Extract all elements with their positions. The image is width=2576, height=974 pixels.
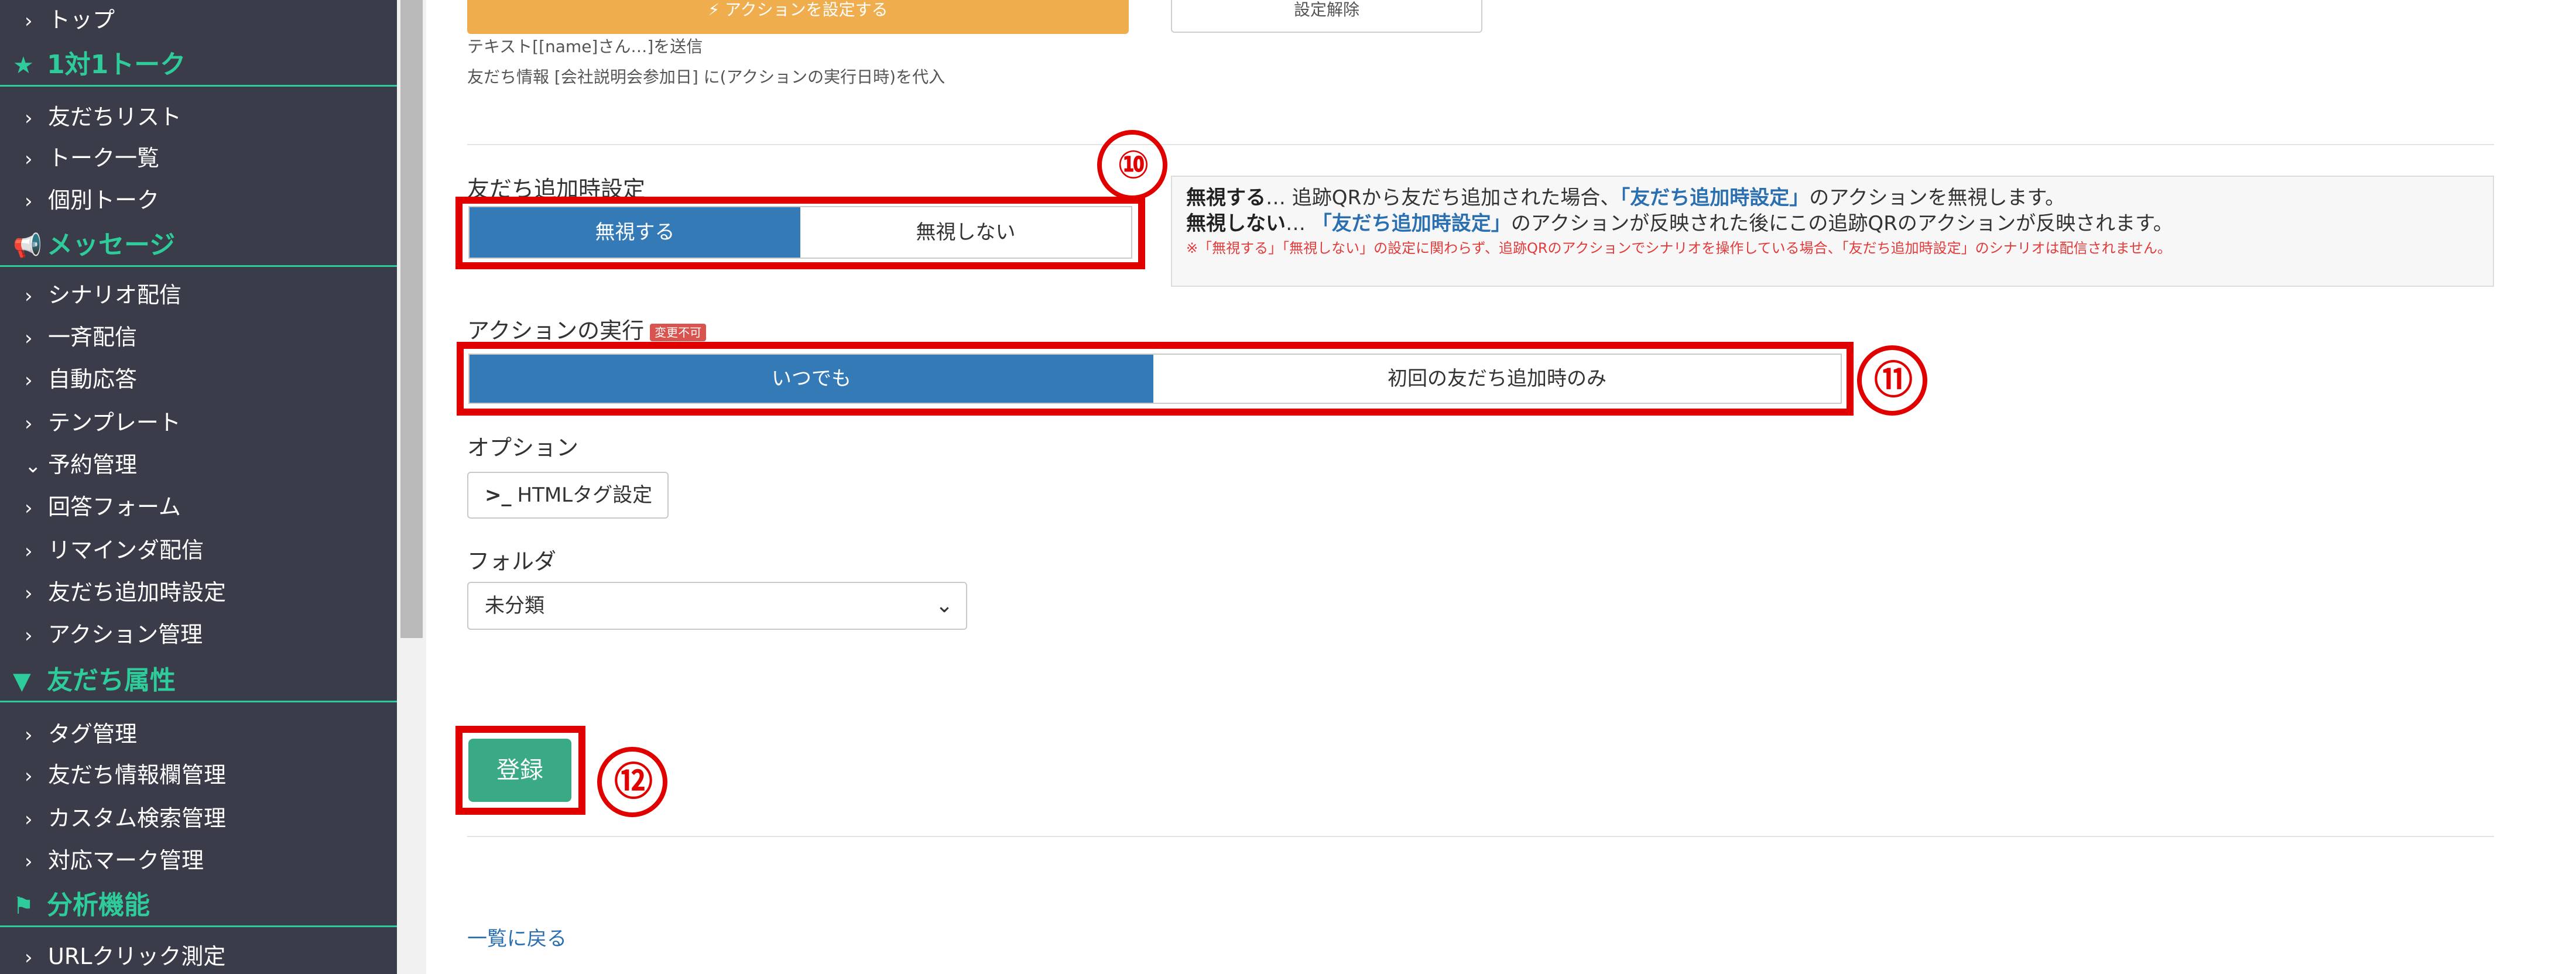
chevron-icon: › <box>25 808 33 831</box>
sidebar-section-label: メッセージ <box>47 230 176 260</box>
action-note-text: テキスト[[name]さん…]を送信 <box>467 37 703 56</box>
sidebar-item-8[interactable]: › 自動応答 <box>0 362 397 397</box>
scrollbar-thumb[interactable] <box>400 0 423 638</box>
chevron-icon: › <box>25 723 33 747</box>
action-exec-label: アクションの実行 変更不可 <box>467 313 707 345</box>
sidebar-item-label: テンプレート <box>48 410 181 435</box>
sidebar-item-label: シナリオ配信 <box>48 282 182 308</box>
folder-select[interactable]: 未分類 ⌄ <box>467 582 967 630</box>
section-icon: ★ <box>13 52 34 79</box>
highlight-box-10 <box>455 197 1145 269</box>
options-label: オプション <box>467 435 579 461</box>
sidebar-item-label: 一斉配信 <box>48 324 138 350</box>
sidebar-item-label: 対応マーク管理 <box>48 848 204 873</box>
section-icon: ▼ <box>13 668 31 695</box>
divider <box>467 144 2494 145</box>
sidebar-item-label: タグ管理 <box>48 721 138 747</box>
divider-bottom <box>467 836 2494 837</box>
section-icon: 📢 <box>13 232 42 259</box>
sidebar-section-label: 1対1トーク <box>47 50 186 80</box>
chevron-icon: › <box>25 850 33 873</box>
action-note-variable: 友だち情報 [会社説明会参加日] に(アクションの実行日時)を代入 <box>467 67 946 87</box>
chevron-icon: › <box>25 9 33 33</box>
info-line-ignore: 無視する… 追跡QRから友だち追加された場合、「友だち追加時設定」のアクションを… <box>1186 186 2065 210</box>
chevron-icon: ⌄ <box>25 454 42 478</box>
sidebar-item-label: アクション管理 <box>48 622 203 647</box>
chevron-icon: › <box>25 412 33 435</box>
sidebar-item-16[interactable]: › タグ管理 <box>0 716 397 752</box>
sidebar-item-11[interactable]: › 回答フォーム <box>0 489 397 524</box>
sidebar-item-3[interactable]: › トーク一覧 <box>0 140 397 176</box>
sidebar-item-label: 友だち情報欄管理 <box>48 762 227 788</box>
sidebar-item-label: 友だち追加時設定 <box>48 579 227 605</box>
sidebar-item-7[interactable]: › 一斉配信 <box>0 320 397 355</box>
sidebar-item-13[interactable]: › 友だち追加時設定 <box>0 575 397 610</box>
section-icon: ⚑ <box>13 893 34 920</box>
info-warning: ※「無視する」「無視しない」の設定に関わらず、追跡QRのアクションでシナリオを操… <box>1186 240 2171 256</box>
chevron-icon: › <box>25 624 33 647</box>
sidebar-section-20[interactable]: ⚑ 分析機能 <box>0 884 397 927</box>
sidebar-section-label: 友だち属性 <box>47 666 176 695</box>
sidebar-item-19[interactable]: › 対応マーク管理 <box>0 843 397 878</box>
sidebar-section-5[interactable]: 📢 メッセージ <box>0 224 397 267</box>
sidebar-item-17[interactable]: › 友だち情報欄管理 <box>0 757 397 793</box>
sidebar-item-label: URLクリック測定 <box>48 944 226 969</box>
friend-add-info-box: 無視する… 追跡QRから友だち追加された場合、「友だち追加時設定」のアクションを… <box>1171 176 2494 287</box>
set-action-button[interactable]: ⚡ アクションを設定する <box>467 0 1129 34</box>
sidebar-section-15[interactable]: ▼ 友だち属性 <box>0 659 397 702</box>
chevron-icon: › <box>25 946 33 969</box>
unset-action-button[interactable]: 設定解除 <box>1171 0 1482 33</box>
chevron-icon: › <box>25 284 33 308</box>
info-line-not-ignore: 無視しない… 「友だち追加時設定」のアクションが反映された後にこの追跡QRのアク… <box>1186 212 2173 235</box>
chevron-icon: › <box>25 327 33 350</box>
sidebar-section-label: 分析機能 <box>47 890 150 920</box>
sidebar-item-label: 予約管理 <box>48 452 138 478</box>
sidebar-item-label: 自動応答 <box>48 366 138 392</box>
sidebar-section-1[interactable]: ★ 1対1トーク <box>0 43 397 87</box>
chevron-icon: › <box>25 540 33 563</box>
highlight-box-12 <box>455 726 585 815</box>
folder-label: フォルダ <box>467 548 557 574</box>
html-tag-setting-button[interactable]: >_ HTMLタグ設定 <box>467 472 669 519</box>
marker-12: ⑫ <box>597 747 667 817</box>
marker-11: ⑪ <box>1857 345 1927 416</box>
sidebar-scrollbar[interactable] <box>397 0 426 974</box>
sidebar-item-9[interactable]: › テンプレート <box>0 405 397 440</box>
chevron-icon: › <box>25 369 33 392</box>
sidebar-item-label: カスタム検索管理 <box>48 805 227 831</box>
sidebar-item-6[interactable]: › シナリオ配信 <box>0 277 397 313</box>
sidebar-item-2[interactable]: › 友だちリスト <box>0 100 397 135</box>
marker-10: ⑩ <box>1097 130 1167 200</box>
chevron-down-icon: ⌄ <box>935 594 953 618</box>
sidebar-item-12[interactable]: › リマインダ配信 <box>0 533 397 568</box>
sidebar-item-21[interactable]: › URLクリック測定 <box>0 939 397 974</box>
chevron-icon: › <box>25 582 33 605</box>
highlight-box-11 <box>457 342 1854 416</box>
immutable-badge: 変更不可 <box>650 323 707 341</box>
back-to-list-link[interactable]: 一覧に戻る <box>467 922 567 951</box>
sidebar-item-label: リマインダ配信 <box>48 537 204 563</box>
sidebar-item-label: 個別トーク <box>48 187 160 213</box>
chevron-icon: › <box>25 190 33 213</box>
sidebar-item-label: トーク一覧 <box>48 145 160 171</box>
sidebar-item-18[interactable]: › カスタム検索管理 <box>0 801 397 836</box>
chevron-icon: › <box>25 107 33 130</box>
sidebar-item-10[interactable]: ⌄ 予約管理 <box>0 447 397 482</box>
sidebar-item-0[interactable]: › トップ <box>0 2 397 37</box>
terminal-icon: >_ <box>485 483 512 507</box>
chevron-icon: › <box>25 764 33 788</box>
chevron-icon: › <box>25 496 33 520</box>
sidebar: › トップ ★ 1対1トーク › 友だちリスト › トーク一覧 › 個別トーク 📢 メッセージ › シナリ… <box>0 0 397 974</box>
chevron-icon: › <box>25 148 33 171</box>
sidebar-item-label: トップ <box>48 7 115 33</box>
sidebar-item-label: 回答フォーム <box>48 494 181 520</box>
sidebar-item-4[interactable]: › 個別トーク <box>0 183 397 218</box>
sidebar-item-14[interactable]: › アクション管理 <box>0 617 397 652</box>
sidebar-item-label: 友だちリスト <box>48 104 182 130</box>
